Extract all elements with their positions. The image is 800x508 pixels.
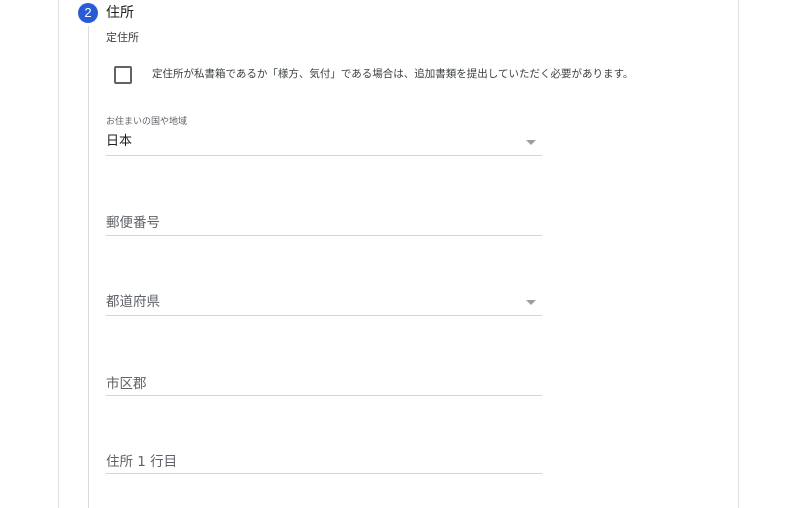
- prefecture-select[interactable]: 都道府県: [106, 288, 542, 316]
- step-connector-line: [88, 26, 89, 508]
- po-box-checkbox-label[interactable]: 定住所が私書箱であるか「様方、気付」である場合は、追加書類を提出していただく必要…: [152, 66, 633, 82]
- address-line1-underline: [106, 473, 542, 474]
- dropdown-caret-icon: [526, 300, 536, 305]
- postal-code-input[interactable]: 郵便番号: [106, 208, 542, 236]
- address-line1-placeholder: 住所 1 行目: [106, 454, 178, 470]
- country-select-label: お住まいの国や地域: [106, 117, 188, 127]
- prefecture-placeholder: 都道府県: [106, 294, 160, 310]
- country-select-underline: [106, 155, 542, 156]
- address-form-page: 2 住所 定住所 定住所が私書箱であるか「様方、気付」である場合は、追加書類を提…: [0, 0, 800, 508]
- city-underline: [106, 395, 542, 396]
- po-box-checkbox[interactable]: [114, 66, 132, 84]
- section-subtitle: 定住所: [106, 31, 139, 44]
- card-border-right: [738, 0, 739, 508]
- country-select[interactable]: お住まいの国や地域 日本: [106, 116, 542, 156]
- address-line1-input[interactable]: 住所 1 行目: [106, 446, 542, 474]
- postal-code-placeholder: 郵便番号: [106, 215, 160, 231]
- step-title: 住所: [106, 5, 134, 21]
- postal-code-underline: [106, 235, 542, 236]
- country-select-value: 日本: [106, 134, 133, 149]
- dropdown-caret-icon: [526, 140, 536, 145]
- card-border-left: [58, 0, 59, 508]
- step-number-badge: 2: [78, 3, 98, 23]
- city-placeholder: 市区郡: [106, 376, 147, 392]
- prefecture-underline: [106, 315, 542, 316]
- city-input[interactable]: 市区郡: [106, 368, 542, 396]
